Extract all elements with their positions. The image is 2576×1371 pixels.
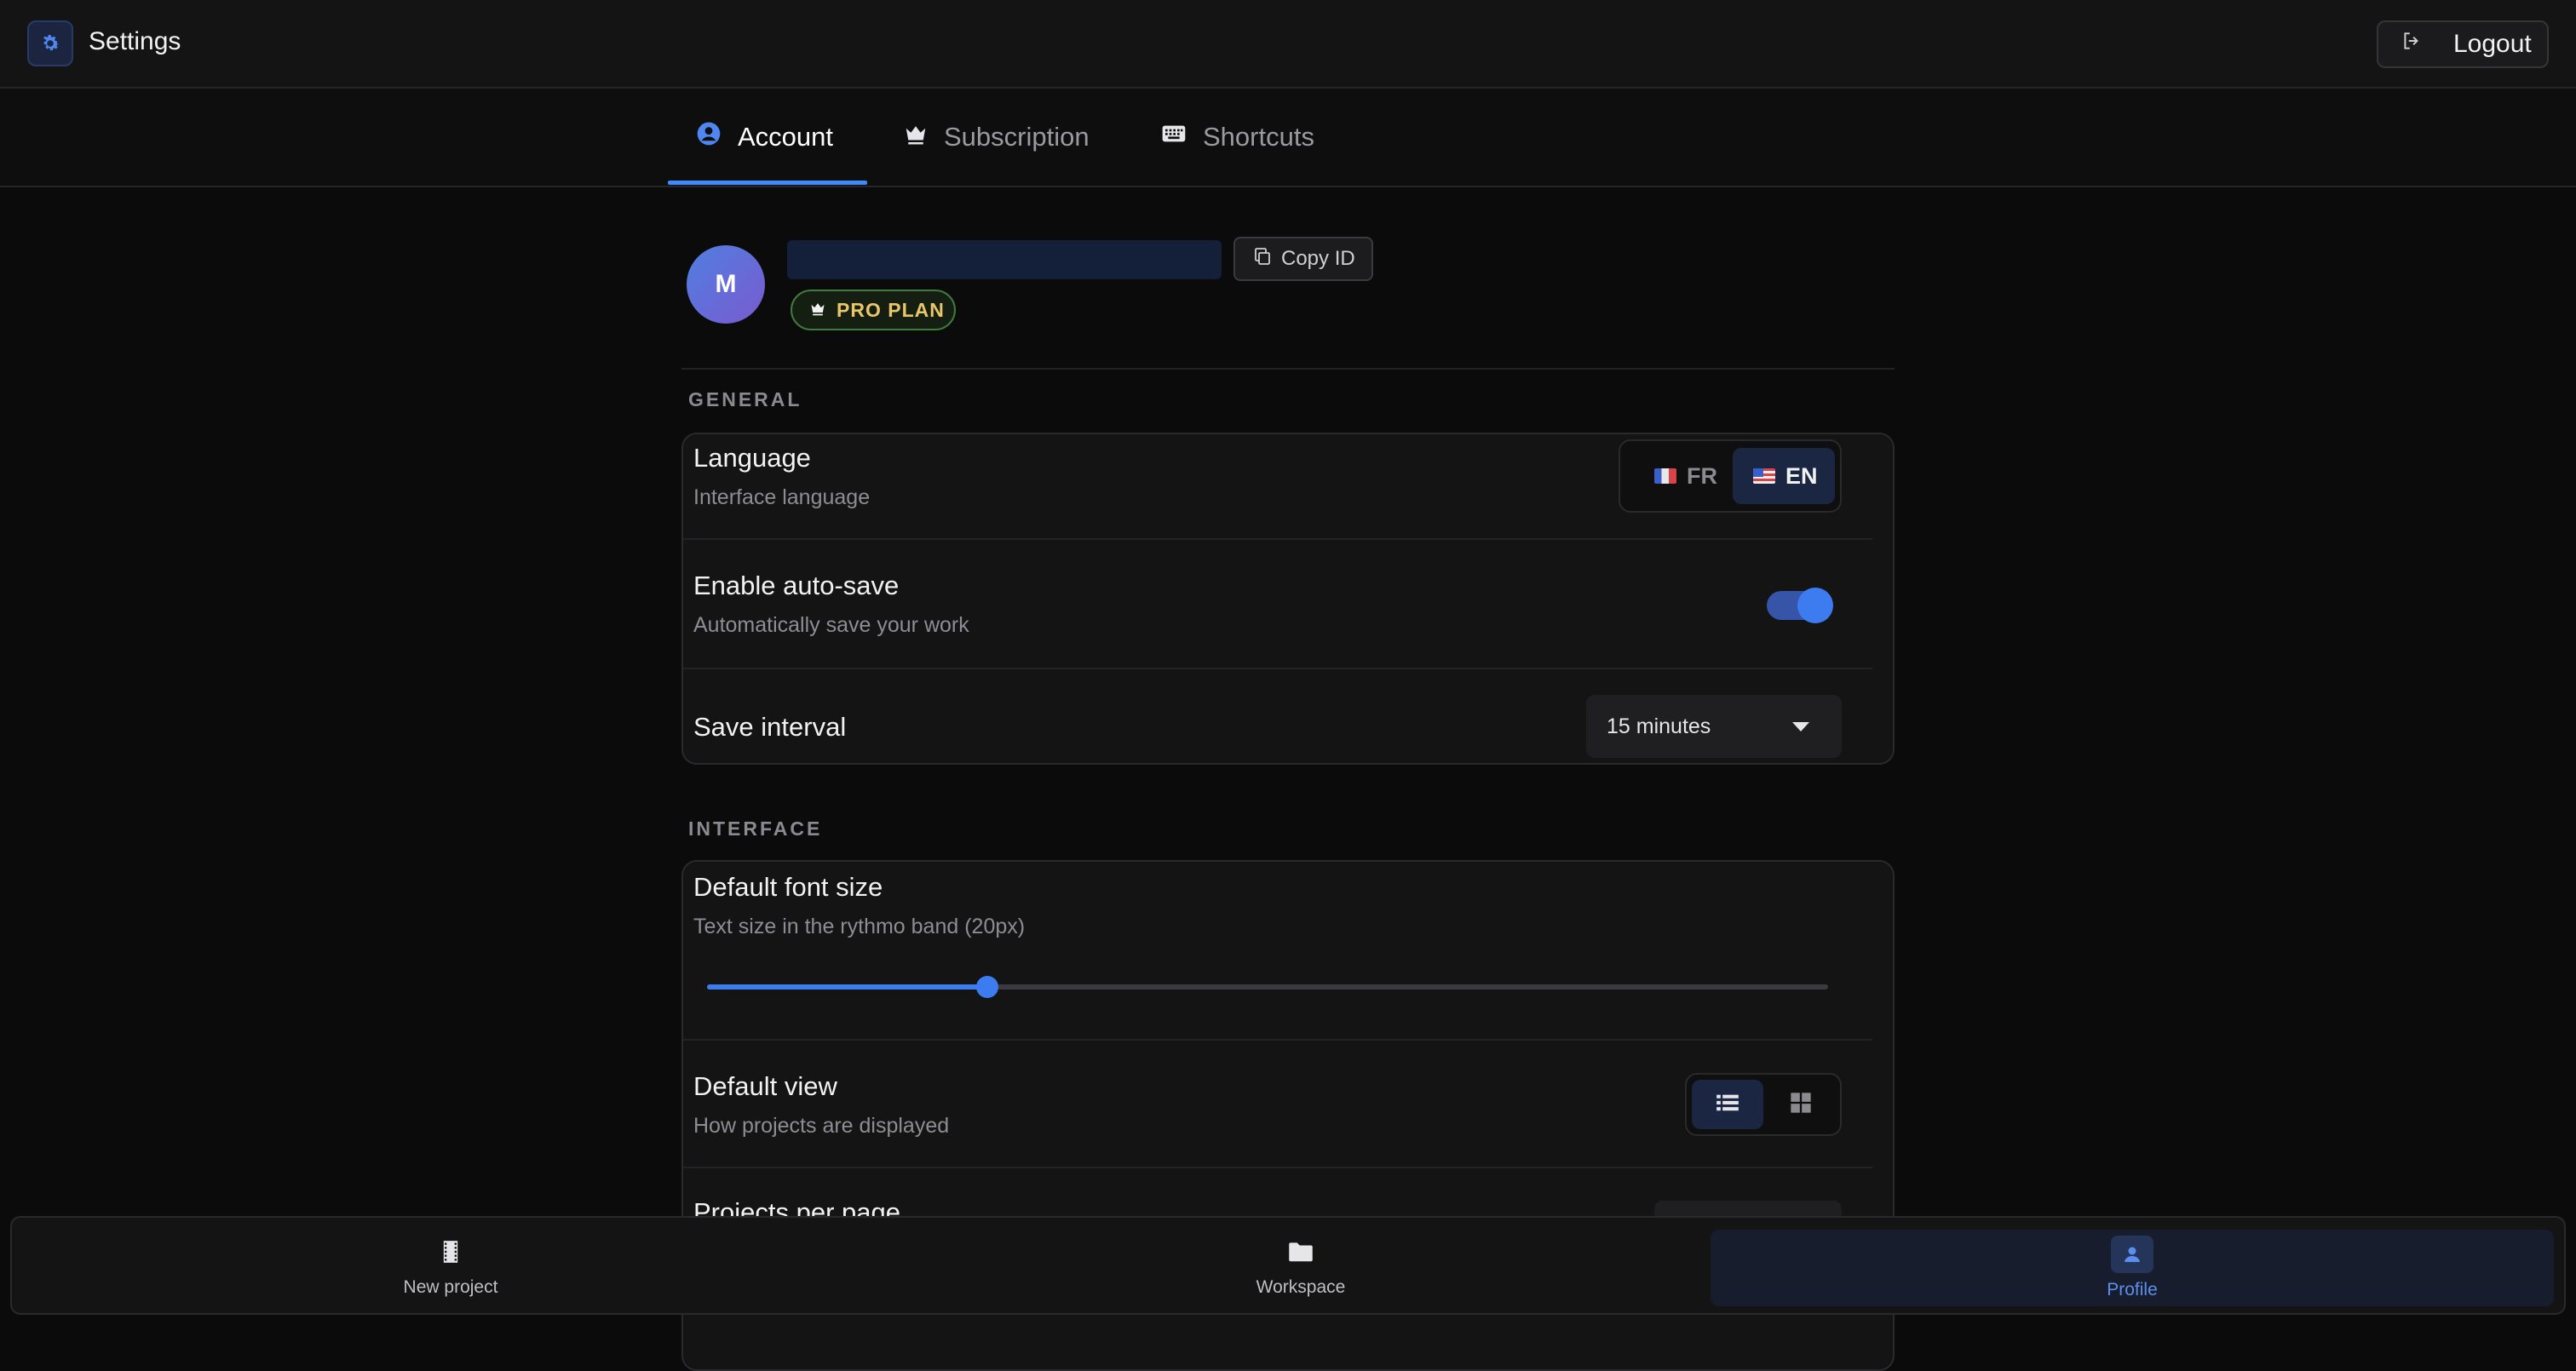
row-divider	[683, 538, 1872, 540]
copy-id-label: Copy ID	[1281, 247, 1355, 270]
section-label-interface: INTERFACE	[688, 817, 823, 840]
tab-account[interactable]: Account	[668, 89, 867, 186]
folder-icon	[1279, 1233, 1322, 1271]
row-divider	[683, 1167, 1872, 1168]
save-interval-value: 15 minutes	[1607, 714, 1711, 738]
divider	[681, 368, 1895, 370]
user-id-field	[787, 240, 1222, 279]
save-interval-title: Save interval	[693, 712, 847, 742]
logout-button[interactable]: Logout	[2377, 20, 2549, 68]
us-flag-icon	[1753, 468, 1775, 484]
font-size-subtitle: Text size in the rythmo band (20px)	[693, 915, 1026, 938]
autosave-subtitle: Automatically save your work	[693, 613, 969, 637]
tab-label: Account	[738, 122, 834, 152]
language-option-label: FR	[1687, 462, 1717, 489]
tab-label: Shortcuts	[1203, 122, 1314, 152]
tab-label: Subscription	[944, 122, 1090, 152]
row-divider	[683, 668, 1872, 669]
avatar: M	[687, 245, 765, 324]
language-title: Language	[693, 443, 811, 473]
tab-shortcuts[interactable]: Shortcuts	[1133, 89, 1346, 186]
nav-label: New project	[403, 1277, 498, 1297]
section-label-general: GENERAL	[688, 388, 802, 410]
plan-badge-label: PRO PLAN	[837, 298, 945, 321]
tab-subscription[interactable]: Subscription	[876, 89, 1097, 186]
nav-label: Profile	[2107, 1280, 2158, 1299]
logout-icon	[2401, 30, 2423, 59]
default-view-subtitle: How projects are displayed	[693, 1114, 950, 1138]
nav-workspace[interactable]: Workspace	[889, 1218, 1712, 1313]
grid-view-button[interactable]	[1765, 1080, 1837, 1129]
language-toggle: FR EN	[1619, 439, 1842, 513]
page-title: Settings	[89, 27, 181, 55]
language-option-en[interactable]: EN	[1733, 448, 1835, 504]
font-size-slider-thumb[interactable]	[976, 976, 998, 998]
film-icon	[429, 1233, 472, 1271]
plan-badge: PRO PLAN	[791, 290, 956, 330]
settings-tabs: Account Subscription Shortcuts	[0, 89, 2576, 187]
copy-icon	[1252, 246, 1273, 272]
language-subtitle: Interface language	[693, 485, 871, 509]
list-view-button[interactable]	[1692, 1080, 1763, 1129]
language-option-fr[interactable]: FR	[1627, 448, 1731, 504]
logout-label: Logout	[2453, 30, 2532, 58]
default-view-toggle	[1685, 1073, 1842, 1136]
language-option-label: EN	[1785, 462, 1818, 489]
france-flag-icon	[1654, 468, 1676, 484]
top-bar: Settings Logout	[0, 0, 2576, 89]
user-circle-icon	[695, 120, 722, 154]
bottom-navigation: New project Workspace Profile	[10, 1216, 2566, 1315]
list-icon	[1716, 1093, 1739, 1117]
font-size-title: Default font size	[693, 872, 883, 902]
autosave-toggle-knob[interactable]	[1797, 588, 1833, 623]
font-size-slider-fill	[707, 984, 987, 990]
nav-label: Workspace	[1256, 1277, 1346, 1297]
crown-icon	[809, 299, 826, 322]
caret-down-icon	[1792, 722, 1809, 731]
copy-id-button[interactable]: Copy ID	[1233, 237, 1373, 281]
user-icon	[2111, 1236, 2153, 1273]
default-view-title: Default view	[693, 1071, 837, 1101]
grid-icon	[1789, 1091, 1813, 1119]
row-divider	[683, 1039, 1872, 1041]
crown-icon	[903, 121, 929, 153]
nav-new-project[interactable]: New project	[12, 1218, 889, 1313]
autosave-title: Enable auto-save	[693, 571, 900, 600]
nav-profile[interactable]: Profile	[1711, 1230, 2554, 1306]
active-tab-indicator	[668, 181, 867, 185]
keyboard-icon	[1160, 120, 1187, 154]
settings-gear-icon	[27, 20, 73, 66]
